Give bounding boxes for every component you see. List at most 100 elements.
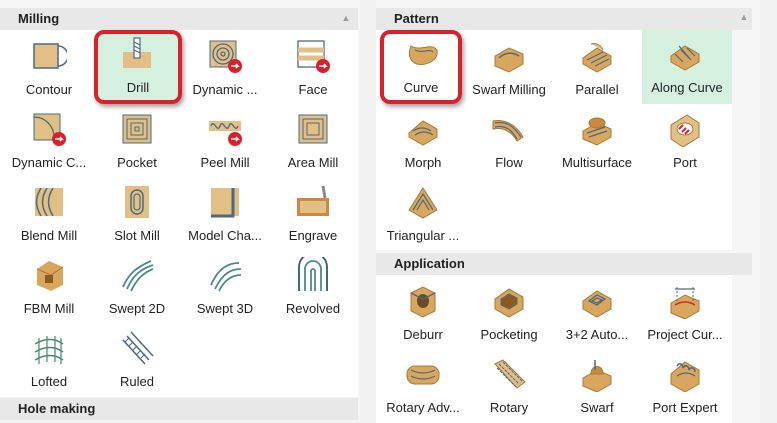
tool-model-chamfer[interactable]: Model Cha... (182, 178, 268, 250)
milling-tiles-area: Contour Drill Dynamic ... Face Dynamic C… (0, 30, 358, 397)
application-section-header[interactable]: Application (376, 253, 752, 275)
rotary-icon (494, 359, 526, 389)
tool-label: Pocket (117, 155, 157, 170)
deburr-icon (410, 286, 436, 318)
tool-label: Swarf Milling (472, 82, 546, 97)
tool-label: Contour (25, 82, 73, 97)
tool-3plus2-auto[interactable]: 3+2 Auto... (554, 277, 640, 349)
pocketing-icon (494, 288, 524, 318)
tool-engrave[interactable]: Engrave (270, 178, 356, 250)
triangular-icon (408, 187, 438, 219)
3plus2-auto-icon (582, 290, 612, 318)
tool-parallel[interactable]: Parallel (554, 32, 640, 104)
tool-port[interactable]: Port (642, 105, 728, 177)
lofted-icon (34, 336, 64, 364)
tool-revolved[interactable]: Revolved (270, 251, 356, 323)
tool-label: Blend Mill (20, 228, 78, 243)
tool-label: Curve (403, 80, 439, 95)
tool-peel-mill[interactable]: Peel Mill (182, 105, 268, 177)
tool-label: Morph (404, 155, 442, 170)
tool-rotary-advanced[interactable]: Rotary Adv... (380, 350, 466, 422)
pattern-section-header[interactable]: Pattern (376, 8, 752, 30)
tool-along-curve[interactable]: Along Curve (642, 30, 732, 104)
tool-swept-2d[interactable]: Swept 2D (94, 251, 180, 323)
flow-icon (492, 120, 524, 142)
tool-deburr[interactable]: Deburr (380, 277, 466, 349)
tool-label: Ruled (120, 374, 154, 389)
port-expert-icon (670, 361, 700, 392)
tool-label: Parallel (575, 82, 619, 97)
tool-pocket[interactable]: Pocket (94, 105, 180, 177)
tool-area-mill[interactable]: Area Mill (270, 105, 356, 177)
tool-label: Revolved (285, 301, 341, 316)
tool-blend-mill[interactable]: Blend Mill (6, 178, 92, 250)
tool-contour[interactable]: Contour (6, 32, 92, 104)
pocket-icon (122, 114, 152, 144)
tool-dynamic-contour[interactable]: Dynamic C... (6, 105, 92, 177)
tool-multisurface[interactable]: Multisurface (554, 105, 640, 177)
pattern-application-panel: Pattern ▲ Curve Swarf Milling Parallel A… (376, 0, 760, 423)
tool-label: Peel Mill (200, 155, 250, 170)
tool-pocketing[interactable]: Pocketing (466, 277, 552, 349)
milling-panel: Milling ▲ Contour Drill Dynamic ... Face… (0, 0, 360, 423)
blend-mill-icon (35, 187, 63, 217)
contour-icon (33, 43, 67, 69)
morph-icon (408, 120, 438, 146)
tool-swarf-milling[interactable]: Swarf Milling (466, 32, 552, 104)
tool-ruled[interactable]: Ruled (94, 324, 180, 396)
tool-label: Face (298, 82, 328, 97)
slot-mill-icon (125, 186, 149, 218)
tool-rotary[interactable]: Rotary (466, 350, 552, 422)
tool-label: Dynamic C... (11, 155, 87, 170)
area-mill-icon (298, 114, 328, 144)
tool-curve[interactable]: Curve (380, 30, 462, 104)
fbm-mill-icon (36, 261, 64, 291)
tool-label: Swarf (580, 400, 614, 415)
tool-label: Model Cha... (188, 228, 262, 243)
swept-3d-icon (210, 262, 242, 292)
curve-icon (408, 45, 438, 65)
tool-drill[interactable]: Drill (94, 30, 182, 104)
tool-label: Lofted (30, 374, 68, 389)
tool-triangular[interactable]: Triangular ... (380, 178, 466, 250)
tool-project-curve[interactable]: Project Cur... (642, 277, 728, 349)
multisurface-icon (582, 117, 612, 146)
tool-flow[interactable]: Flow (466, 105, 552, 177)
hole-making-section-header[interactable]: Hole making (0, 398, 358, 420)
engrave-icon (297, 185, 329, 216)
tool-label: Along Curve (651, 80, 723, 95)
model-chamfer-icon (211, 188, 239, 218)
tool-label: Deburr (403, 327, 443, 342)
dynamic-contour-icon (33, 113, 66, 146)
pattern-scroll-up-icon[interactable]: ▲ (738, 12, 750, 22)
panel-splitter[interactable] (360, 0, 376, 423)
milling-section-header[interactable]: Milling (0, 8, 358, 30)
tool-label: 3+2 Auto... (565, 327, 629, 342)
tool-label: Area Mill (287, 155, 339, 170)
project-curve-icon (670, 287, 700, 319)
tool-swept-3d[interactable]: Swept 3D (182, 251, 268, 323)
tool-label: Slot Mill (114, 228, 160, 243)
swarf-icon (582, 360, 612, 392)
parallel-icon (582, 43, 612, 73)
tool-label: FBM Mill (23, 301, 75, 316)
tool-slot-mill[interactable]: Slot Mill (94, 178, 180, 250)
tool-label: Project Cur... (647, 327, 723, 342)
milling-scroll-up-icon[interactable]: ▲ (340, 13, 352, 23)
tool-port-expert[interactable]: Port Expert (642, 350, 728, 422)
tool-fbm-mill[interactable]: FBM Mill (6, 251, 92, 323)
tool-label: Port (673, 155, 697, 170)
tool-label: Engrave (288, 228, 338, 243)
application-section-title: Application (394, 256, 465, 271)
tool-face[interactable]: Face (270, 32, 356, 104)
tool-dynamic[interactable]: Dynamic ... (182, 32, 268, 104)
tool-swarf[interactable]: Swarf (554, 350, 640, 422)
tool-lofted[interactable]: Lofted (6, 324, 92, 396)
peel-mill-icon (209, 121, 242, 146)
tool-label: Port Expert (652, 400, 718, 415)
hole-making-section-title: Hole making (18, 401, 96, 416)
dynamic-icon (209, 40, 242, 73)
tool-morph[interactable]: Morph (380, 105, 466, 177)
pattern-tiles-area: Curve Swarf Milling Parallel Along Curve (376, 30, 732, 250)
pattern-section-title: Pattern (394, 11, 439, 26)
